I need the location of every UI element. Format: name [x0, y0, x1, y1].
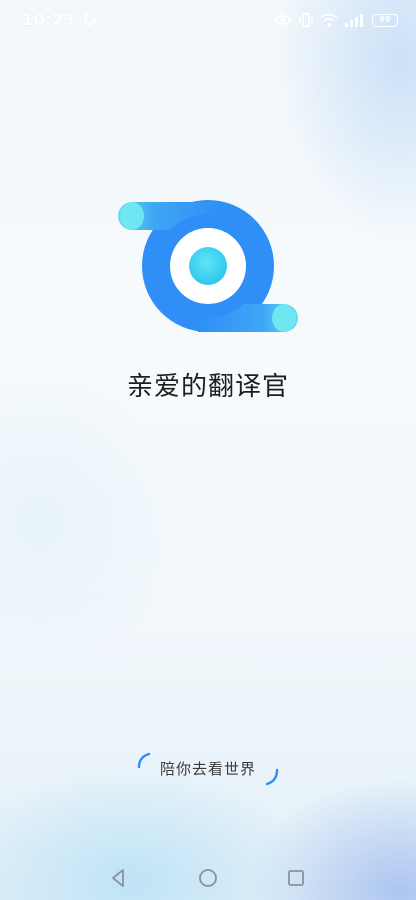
- vibrate-icon: [299, 13, 313, 27]
- home-icon[interactable]: [196, 866, 220, 890]
- loading-arc-icon: [265, 768, 279, 786]
- app-name: 亲爱的翻译官: [126, 372, 289, 402]
- signal-icon: [345, 14, 363, 27]
- tagline: 陪你去看世界: [159, 760, 256, 778]
- navigation-bar: [0, 856, 416, 900]
- recent-apps-icon[interactable]: [284, 866, 308, 890]
- status-time-text: 10:23: [22, 10, 76, 29]
- status-time: 10:23: [22, 10, 97, 29]
- battery-level: 99: [379, 15, 391, 24]
- back-icon[interactable]: [106, 866, 130, 890]
- battery-icon: 99: [372, 13, 398, 27]
- loading-tagline: 陪你去看世界: [0, 752, 416, 788]
- splash-screen: 10:23 99 亲爱的翻译官 陪你去看世界: [0, 0, 416, 900]
- eye-icon: [274, 15, 292, 25]
- wifi-icon: [320, 13, 338, 27]
- status-icons: 99: [274, 11, 398, 29]
- notification-icon: [83, 13, 96, 26]
- status-bar: 10:23 99: [0, 0, 416, 40]
- app-logo: [118, 200, 298, 332]
